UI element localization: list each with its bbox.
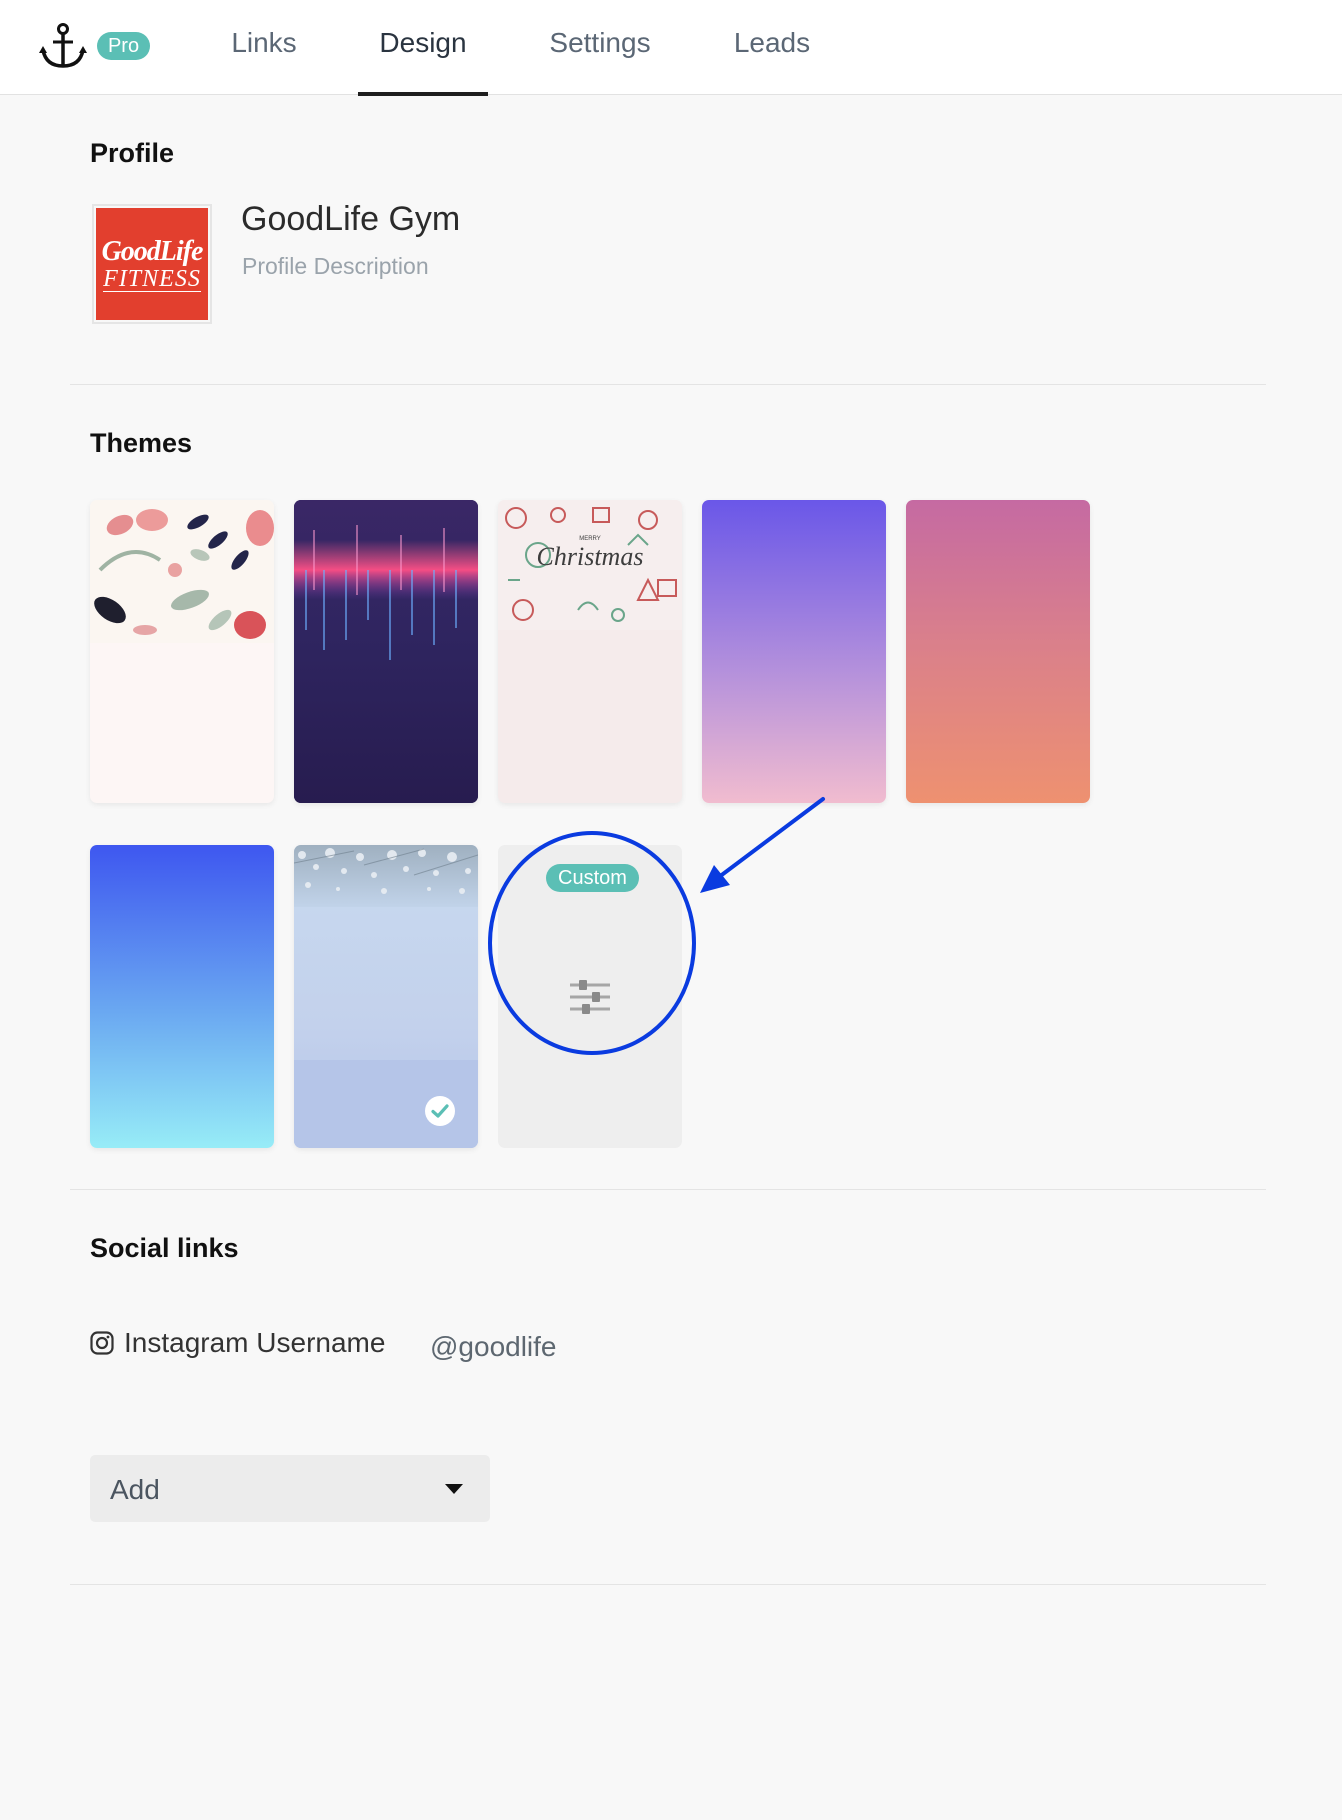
- tab-leads[interactable]: Leads: [717, 0, 827, 95]
- section-divider: [70, 1189, 1266, 1190]
- tab-settings[interactable]: Settings: [538, 0, 662, 95]
- annotation-arrow-line: [713, 797, 825, 882]
- profile-name-field[interactable]: GoodLife Gym: [241, 200, 460, 239]
- neon-waves-image: [294, 500, 478, 803]
- winter-branches-image: [294, 845, 478, 907]
- goodlife-fitness-logo: GoodLife FITNESS: [96, 208, 208, 320]
- instagram-icon: [90, 1331, 114, 1355]
- instagram-username-input[interactable]: @goodlife: [430, 1331, 557, 1363]
- tab-design[interactable]: Design: [358, 0, 488, 96]
- profile-avatar[interactable]: GoodLife FITNESS: [92, 204, 212, 324]
- theme-neon-waves[interactable]: [294, 500, 478, 803]
- svg-text:Christmas: Christmas: [537, 542, 644, 571]
- logo-text-goodlife: GoodLife: [101, 235, 204, 267]
- anchor-icon[interactable]: [38, 22, 88, 70]
- profile-section-title: Profile: [90, 138, 175, 168]
- floral-pattern-image: [90, 500, 274, 643]
- instagram-username-label: Instagram Username: [124, 1327, 386, 1358]
- christmas-pattern-image: Christmas MERRY: [498, 500, 682, 630]
- theme-purple-gradient[interactable]: [702, 500, 886, 803]
- section-divider: [70, 384, 1266, 385]
- profile-description-field[interactable]: Profile Description: [242, 253, 429, 280]
- pro-badge: Pro: [97, 32, 150, 60]
- section-divider: [70, 1584, 1266, 1585]
- theme-winter[interactable]: [294, 845, 478, 1148]
- theme-blue-gradient[interactable]: [90, 845, 274, 1148]
- add-select-value: Add: [110, 1474, 160, 1505]
- theme-christmas[interactable]: Christmas MERRY: [498, 500, 682, 803]
- logo-text-fitness: FITNESS: [103, 265, 201, 292]
- theme-sunset-gradient[interactable]: [906, 500, 1090, 803]
- annotation-arrow-head: [700, 865, 730, 893]
- custom-badge: Custom: [546, 864, 639, 892]
- themes-section-title: Themes: [90, 428, 193, 458]
- check-circle-icon: [425, 1096, 455, 1126]
- social-links-section-title: Social links: [90, 1233, 239, 1263]
- top-navigation: Pro Links Design Settings Leads: [0, 0, 1342, 96]
- add-social-link-select[interactable]: Add: [90, 1455, 490, 1522]
- theme-floral[interactable]: [90, 500, 274, 803]
- sliders-icon: [570, 980, 610, 1014]
- theme-custom[interactable]: Custom: [498, 845, 682, 1148]
- svg-text:MERRY: MERRY: [579, 536, 601, 542]
- caret-down-icon: [445, 1484, 463, 1494]
- tab-links[interactable]: Links: [220, 0, 308, 95]
